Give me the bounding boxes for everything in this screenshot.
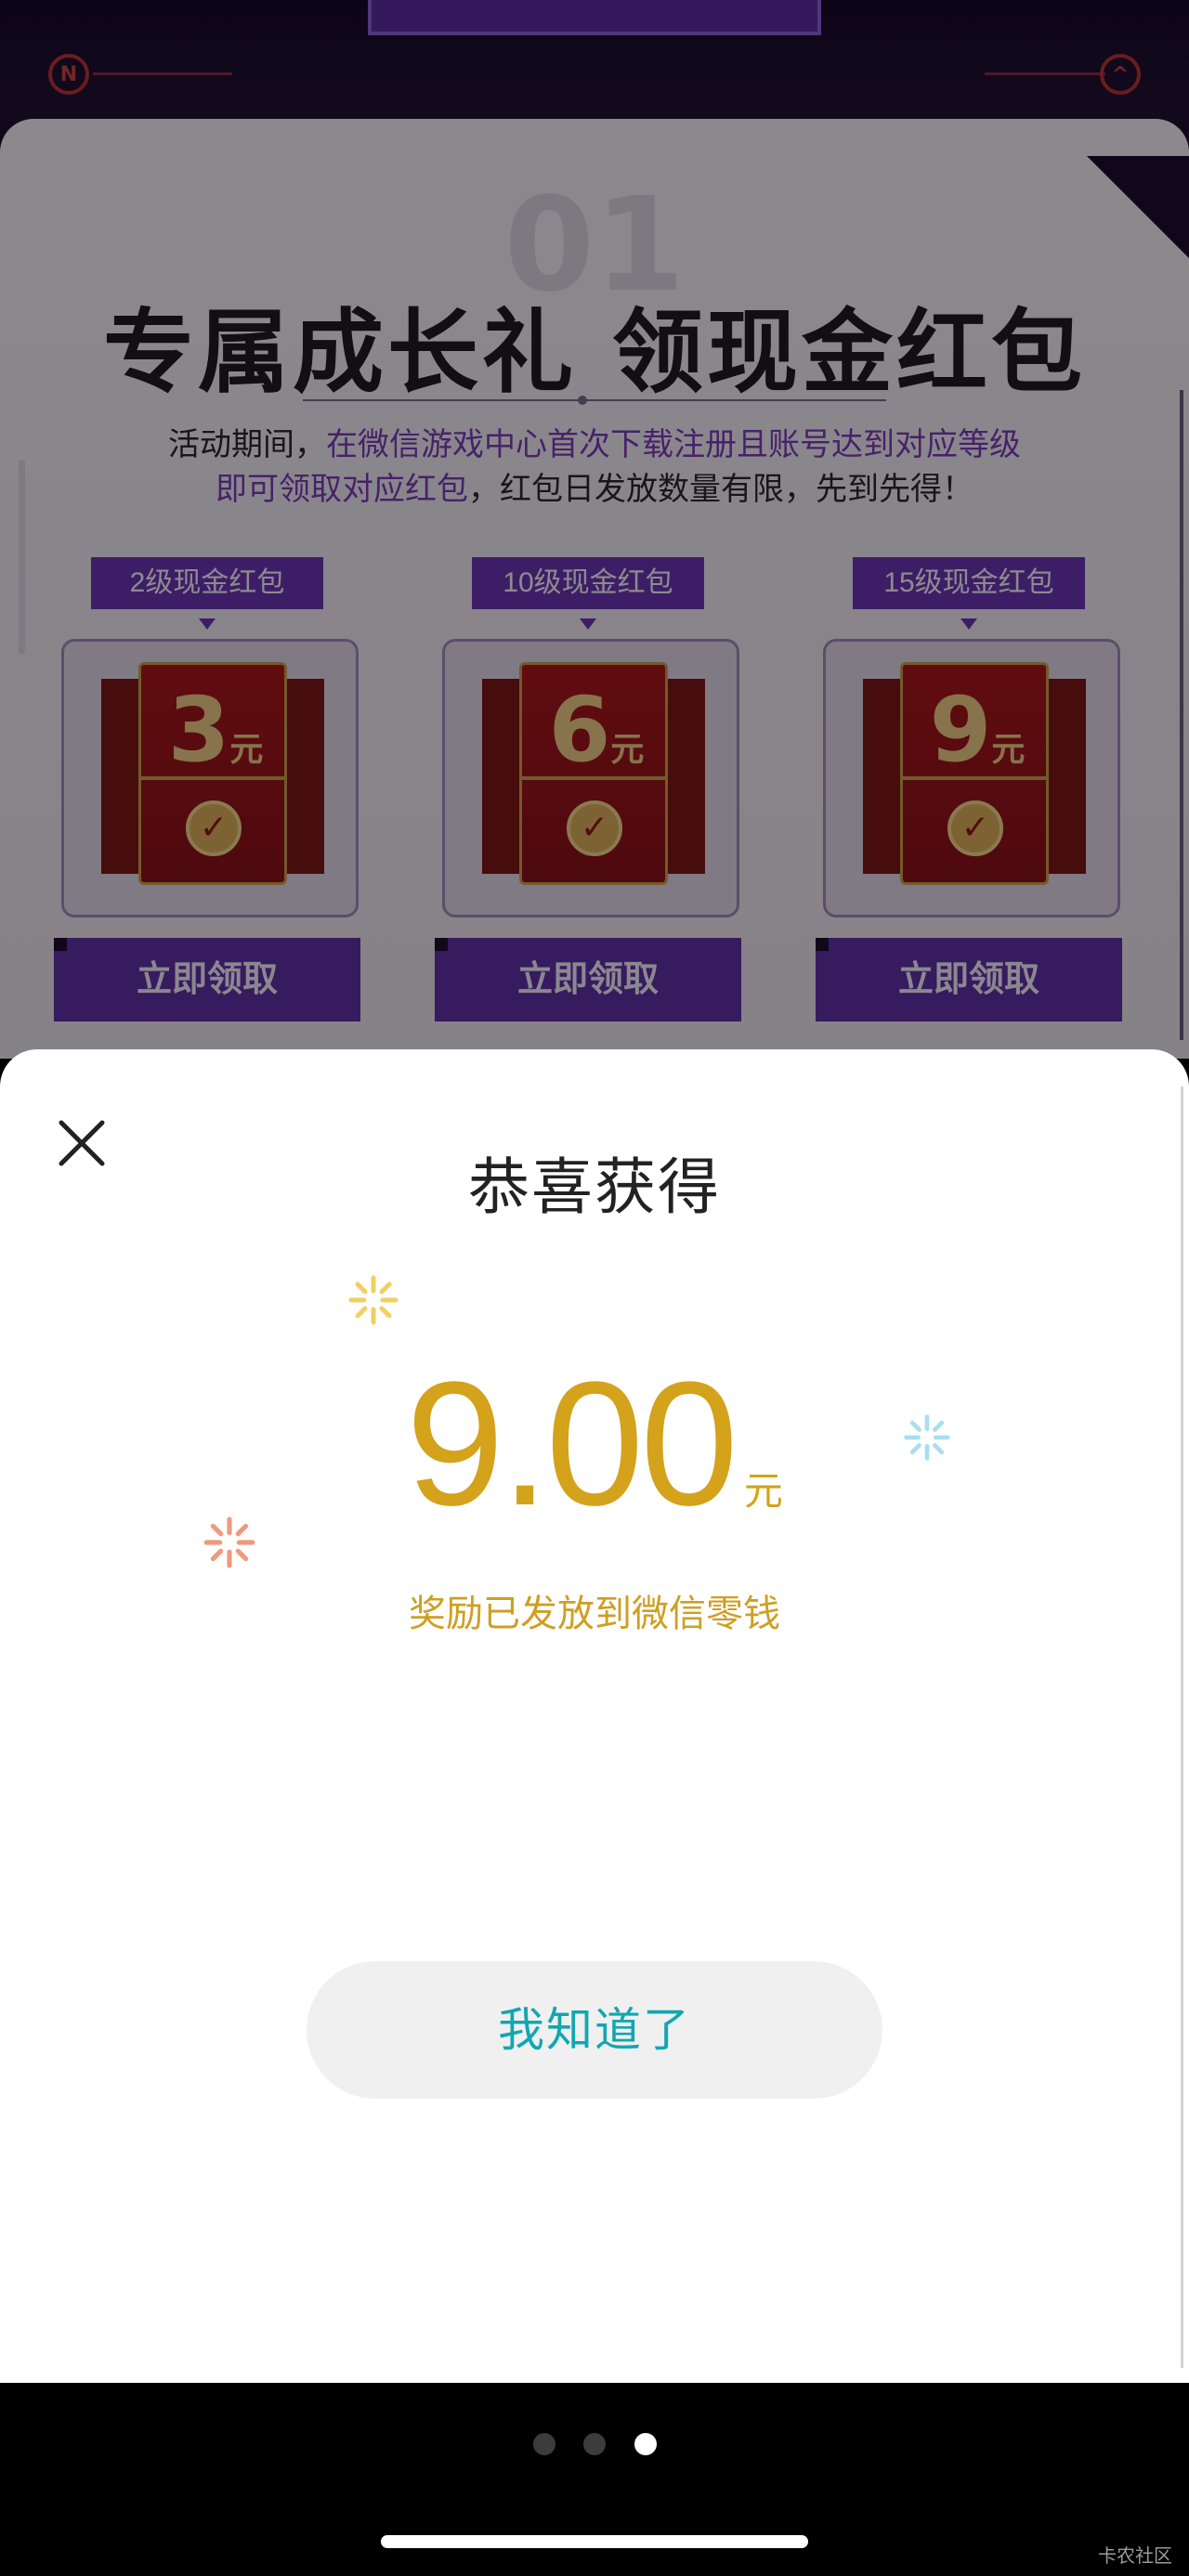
reward-note: 奖励已发放到微信零钱 xyxy=(409,1594,780,1634)
watermark: 卡农社区 xyxy=(1098,2546,1172,2567)
bottom-bar: 卡农社区 xyxy=(0,2383,1189,2576)
page-dot[interactable] xyxy=(583,2433,606,2455)
modal-backdrop[interactable] xyxy=(0,0,1189,1059)
page-dot-active[interactable] xyxy=(634,2433,657,2455)
home-indicator[interactable] xyxy=(381,2535,808,2548)
sparkle-icon xyxy=(348,1275,399,1325)
confirm-button[interactable]: 我知道了 xyxy=(307,1961,882,2099)
reward-dialog: 恭喜获得 9.00 元 奖励已发放到微信零钱 我知道了 xyxy=(0,1049,1189,2383)
amount-unit: 元 xyxy=(743,1469,783,1513)
scrollbar xyxy=(1181,1086,1183,2368)
amount-value: 9.00 xyxy=(406,1346,738,1542)
reward-amount: 9.00 元 xyxy=(0,1356,1189,1532)
dialog-title: 恭喜获得 xyxy=(468,1152,721,1221)
page-dot[interactable] xyxy=(533,2433,555,2455)
